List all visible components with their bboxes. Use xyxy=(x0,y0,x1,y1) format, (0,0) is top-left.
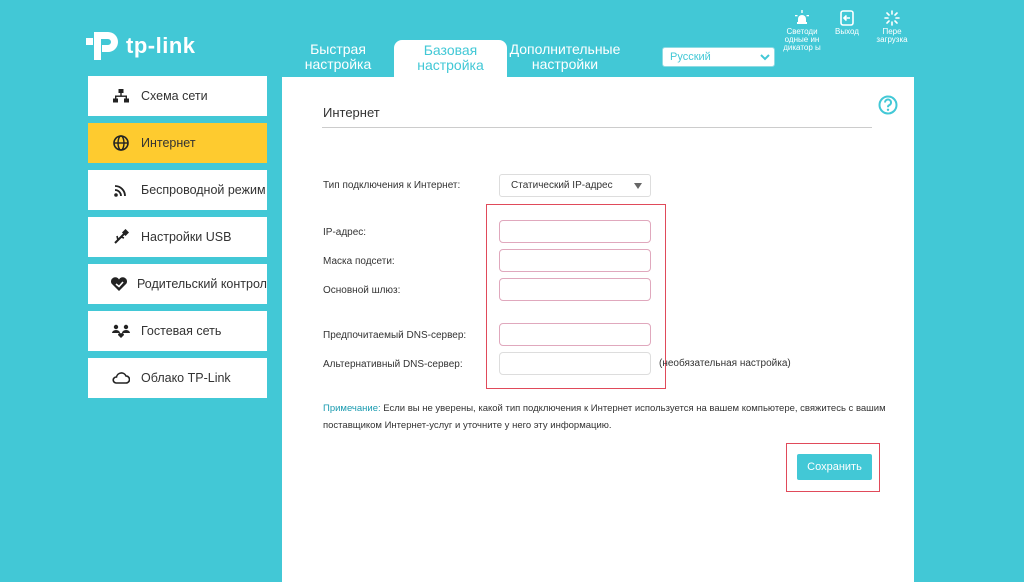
logout-label: Выход xyxy=(835,27,859,36)
secondary-dns-label: Альтернативный DNS-сервер: xyxy=(323,359,463,370)
subnet-mask-label: Маска подсети: xyxy=(323,256,395,267)
wireless-icon xyxy=(110,181,132,199)
tab-label-line: Дополнительные xyxy=(509,41,621,57)
globe-icon xyxy=(110,134,132,152)
tab-advanced-settings[interactable]: Дополнительные настройки xyxy=(508,42,622,72)
sidebar-item-label: Облако TP-Link xyxy=(141,371,231,385)
tab-label-line: Базовая xyxy=(423,42,478,58)
sidebar-item-label: Схема сети xyxy=(141,89,208,103)
primary-dns-input[interactable] xyxy=(499,323,651,346)
usb-icon xyxy=(110,228,132,246)
connection-type-select[interactable]: Статический IP-адрес xyxy=(499,174,651,197)
connection-type-value: Статический IP-адрес xyxy=(511,180,613,191)
caret-down-icon xyxy=(634,182,642,189)
sidebar-item-network-map[interactable]: Схема сети xyxy=(88,76,267,116)
section-title: Интернет xyxy=(323,105,380,120)
tab-label-line: настройка xyxy=(417,57,484,73)
save-button[interactable]: Сохранить xyxy=(797,454,872,480)
sidebar-item-label: Интернет xyxy=(141,136,196,150)
note-text: Если вы не уверены, какой тип подключени… xyxy=(323,403,886,431)
logout-button[interactable]: Выход xyxy=(827,10,867,36)
help-button[interactable] xyxy=(878,95,898,115)
tp-link-logo-icon xyxy=(86,32,118,60)
note: Примечание: Если вы не уверены, какой ти… xyxy=(323,400,893,434)
help-icon xyxy=(878,95,898,115)
tab-label-line: Быстрая xyxy=(310,41,366,57)
sidebar-item-label: Настройки USB xyxy=(141,230,232,244)
cloud-icon xyxy=(110,369,132,387)
section-divider xyxy=(322,127,872,128)
connection-type-label: Тип подключения к Интернет: xyxy=(323,180,461,191)
network-map-icon xyxy=(110,87,132,105)
primary-dns-label: Предпочитаемый DNS-сервер: xyxy=(323,330,467,341)
led-icon xyxy=(795,10,809,24)
default-gateway-input[interactable] xyxy=(499,278,651,301)
parental-control-icon xyxy=(110,275,128,293)
led-toggle-button[interactable]: Светоди одные ин дикатор ы xyxy=(782,10,822,52)
secondary-dns-input[interactable] xyxy=(499,352,651,375)
tab-basic-setup[interactable]: Базовая настройка xyxy=(394,40,507,79)
logout-icon xyxy=(840,10,854,26)
sidebar-item-tp-link-cloud[interactable]: Облако TP-Link xyxy=(88,358,267,398)
reboot-icon xyxy=(884,10,900,26)
sidebar-item-guest-network[interactable]: Гостевая сеть xyxy=(88,311,267,351)
tp-link-logo: tp-link xyxy=(86,26,206,66)
language-selected: Русский xyxy=(670,51,711,63)
tab-label-line: настройки xyxy=(531,56,599,72)
optional-hint: (необязательная настройка) xyxy=(659,358,791,369)
reboot-label: Пере загрузка xyxy=(876,27,908,44)
chevron-down-icon xyxy=(760,53,770,60)
guest-network-icon xyxy=(110,322,132,340)
led-label: Светоди одные ин дикатор ы xyxy=(783,27,821,52)
sidebar-item-internet[interactable]: Интернет xyxy=(88,123,267,163)
sidebar-item-wireless[interactable]: Беспроводной режим xyxy=(88,170,267,210)
subnet-mask-input[interactable] xyxy=(499,249,651,272)
brand-name: tp-link xyxy=(126,33,196,58)
ip-address-input[interactable] xyxy=(499,220,651,243)
tab-quick-setup[interactable]: Быстрая настройка xyxy=(300,42,376,72)
ip-address-label: IP-адрес: xyxy=(323,227,367,238)
sidebar-item-usb[interactable]: Настройки USB xyxy=(88,217,267,257)
sidebar-item-label: Гостевая сеть xyxy=(141,324,222,338)
note-label: Примечание: xyxy=(323,403,381,414)
default-gateway-label: Основной шлюз: xyxy=(323,285,401,296)
sidebar-item-parental-control[interactable]: Родительский контроль xyxy=(88,264,267,304)
sidebar-item-label: Родительский контроль xyxy=(137,277,267,291)
reboot-button[interactable]: Пере загрузка xyxy=(872,10,912,44)
sidebar-item-label: Беспроводной режим xyxy=(141,183,266,197)
language-select[interactable]: Русский xyxy=(662,47,775,67)
tab-label-line: настройка xyxy=(304,56,372,72)
